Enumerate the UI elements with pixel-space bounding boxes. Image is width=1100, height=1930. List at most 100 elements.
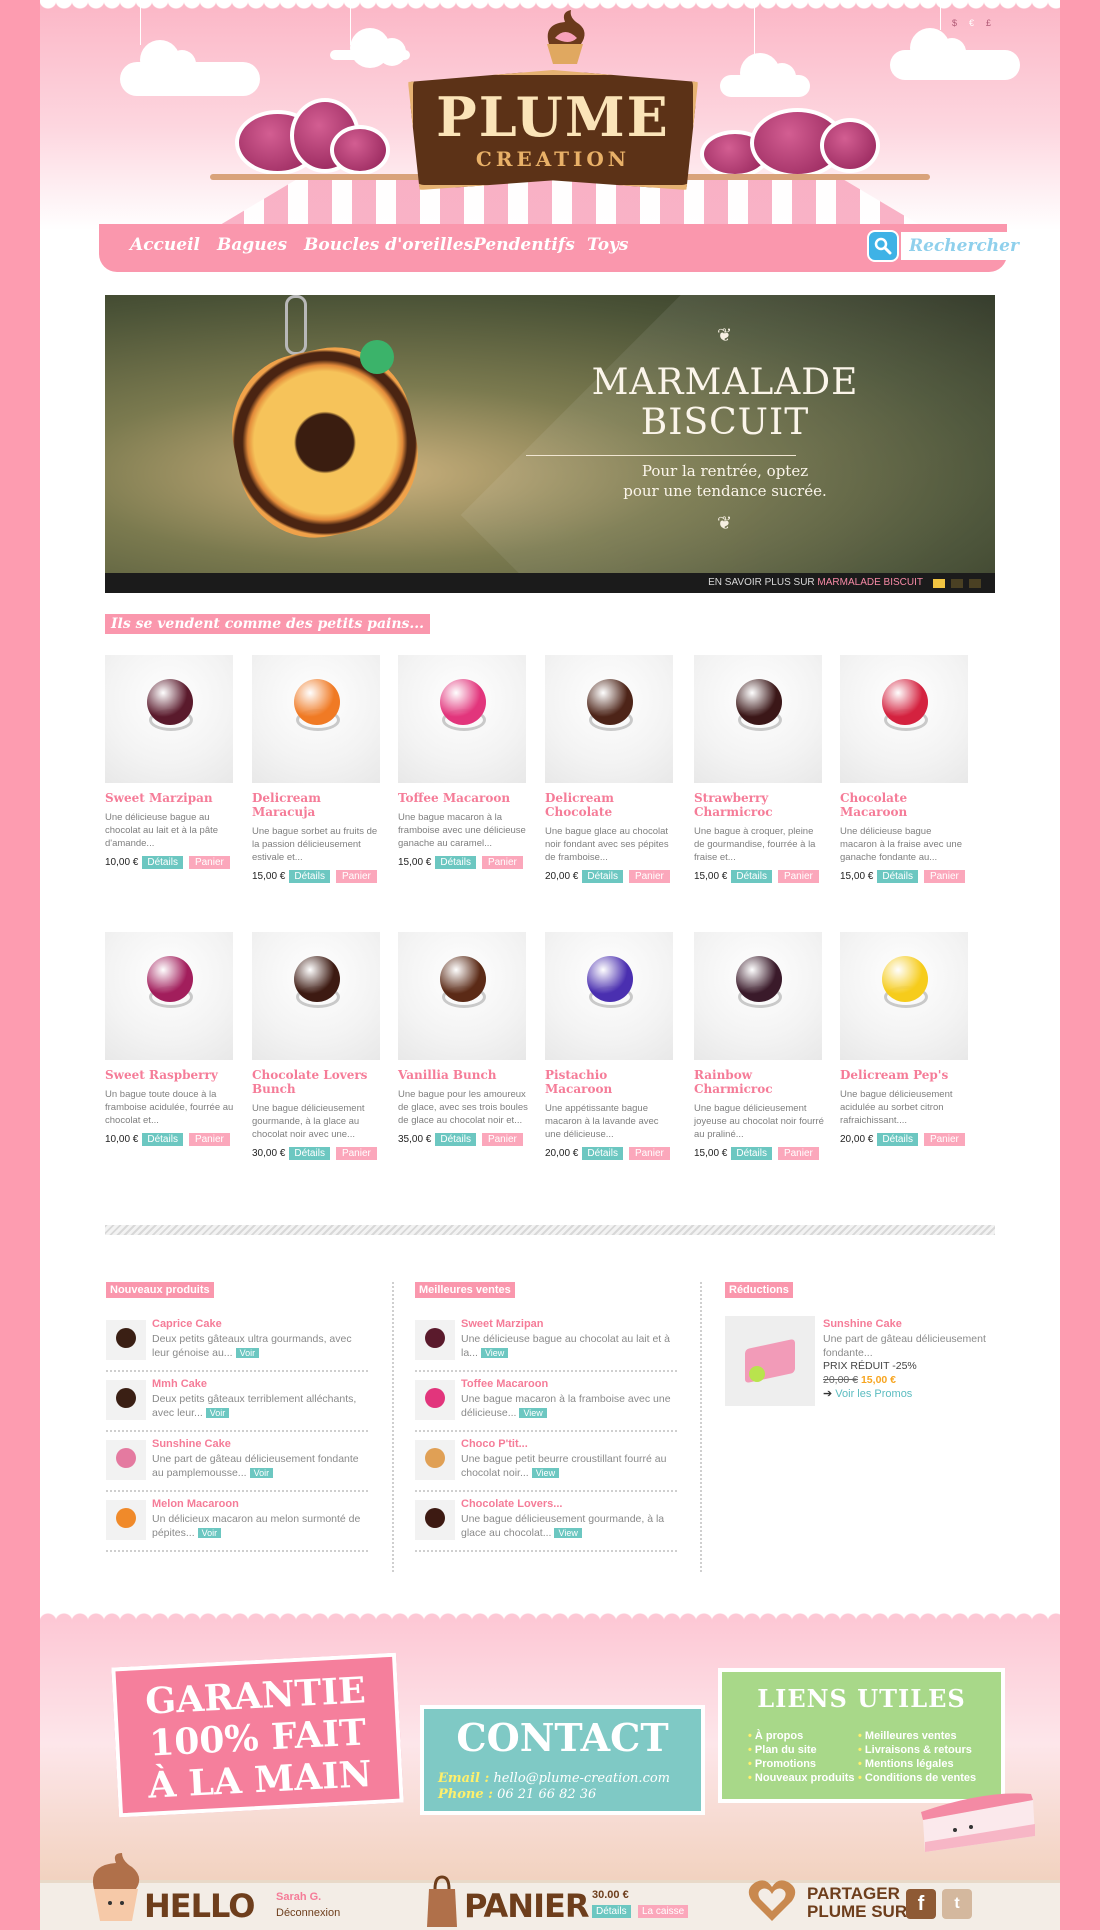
product-name[interactable]: Pistachio Macaroon [545, 1068, 675, 1096]
item-thumbnail[interactable] [106, 1440, 146, 1480]
details-button[interactable]: Détails [435, 855, 476, 869]
add-to-cart-button[interactable]: Panier [188, 1132, 230, 1146]
product-name[interactable]: Chocolate Macaroon [840, 791, 970, 819]
link-meilleures-ventes[interactable]: Meilleures ventes [858, 1730, 957, 1742]
nav-pendentifs[interactable]: Pendentifs [473, 235, 575, 255]
view-button[interactable]: View [554, 1528, 582, 1538]
add-to-cart-button[interactable]: Panier [628, 869, 670, 883]
view-button[interactable]: View [480, 1348, 509, 1358]
item-name[interactable]: Toffee Macaroon [461, 1378, 548, 1390]
search-button[interactable] [867, 230, 899, 262]
product-name[interactable]: Chocolate Lovers Bunch [252, 1068, 382, 1096]
item-thumbnail[interactable] [106, 1500, 146, 1540]
product-image[interactable] [694, 655, 822, 783]
item-thumbnail[interactable] [415, 1440, 455, 1480]
add-to-cart-button[interactable]: Panier [923, 1132, 965, 1146]
item-name[interactable]: Mmh Cake [152, 1378, 207, 1390]
item-name[interactable]: Caprice Cake [152, 1318, 222, 1330]
add-to-cart-button[interactable]: Panier [335, 869, 377, 883]
product-name[interactable]: Toffee Macaroon [398, 791, 528, 805]
add-to-cart-button[interactable]: Panier [777, 869, 819, 883]
link-plan-du-site[interactable]: Plan du site [748, 1744, 817, 1756]
product-image[interactable] [398, 932, 526, 1060]
facebook-icon[interactable]: f [906, 1889, 936, 1919]
item-thumbnail[interactable] [415, 1380, 455, 1420]
hero-more-link[interactable]: EN SAVOIR PLUS SUR MARMALADE BISCUIT [708, 577, 923, 588]
details-button[interactable]: Détails [582, 869, 623, 883]
user-name[interactable]: Sarah G. [276, 1891, 321, 1903]
details-button[interactable]: Détails [142, 855, 183, 869]
add-to-cart-button[interactable]: Panier [188, 855, 230, 869]
details-button[interactable]: Détails [731, 1146, 772, 1160]
currency-dollar[interactable]: $ [952, 18, 957, 28]
hero-slider[interactable]: ❦ MARMALADE BISCUIT Pour la rentrée, opt… [105, 295, 995, 593]
details-button[interactable]: Détails [142, 1132, 183, 1146]
product-name[interactable]: Delicream Pep's [840, 1068, 970, 1082]
currency-pound[interactable]: £ [986, 18, 991, 28]
item-thumbnail[interactable] [415, 1320, 455, 1360]
item-thumbnail[interactable] [106, 1320, 146, 1360]
details-button[interactable]: Détails [435, 1132, 476, 1146]
twitter-icon[interactable]: t [942, 1889, 972, 1919]
product-image[interactable] [840, 932, 968, 1060]
search-input[interactable] [901, 232, 1036, 260]
item-name[interactable]: Sunshine Cake [152, 1438, 231, 1450]
add-to-cart-button[interactable]: Panier [335, 1146, 377, 1160]
product-image[interactable] [252, 932, 380, 1060]
item-name[interactable]: Sweet Marzipan [461, 1318, 544, 1330]
details-button[interactable]: Détails [289, 1146, 330, 1160]
link-nouveaux-produits[interactable]: Nouveaux produits [748, 1772, 855, 1784]
product-image[interactable] [252, 655, 380, 783]
item-thumbnail[interactable] [106, 1380, 146, 1420]
add-to-cart-button[interactable]: Panier [777, 1146, 819, 1160]
details-button[interactable]: Détails [877, 869, 918, 883]
details-button[interactable]: Détails [582, 1146, 623, 1160]
add-to-cart-button[interactable]: Panier [481, 1132, 523, 1146]
link-a-propos[interactable]: À propos [748, 1730, 803, 1742]
view-button[interactable]: Voir [249, 1468, 274, 1478]
add-to-cart-button[interactable]: Panier [628, 1146, 670, 1160]
add-to-cart-button[interactable]: Panier [481, 855, 523, 869]
nav-toys[interactable]: Toys [587, 235, 629, 255]
promo-link[interactable]: ➔ Voir les Promos [823, 1387, 912, 1400]
promo-image[interactable] [725, 1316, 815, 1406]
site-logo[interactable]: PLUME CREATION [408, 70, 698, 190]
view-button[interactable]: View [531, 1468, 560, 1478]
product-image[interactable] [545, 655, 673, 783]
product-image[interactable] [105, 932, 233, 1060]
product-name[interactable]: Rainbow Charmicroc [694, 1068, 824, 1096]
promo-name[interactable]: Sunshine Cake [823, 1318, 902, 1330]
product-name[interactable]: Delicream Chocolate [545, 791, 675, 819]
checkout-button[interactable]: La caisse [638, 1905, 689, 1918]
nav-bagues[interactable]: Bagues [217, 235, 287, 255]
view-button[interactable]: Voir [205, 1408, 230, 1418]
product-image[interactable] [545, 932, 673, 1060]
product-name[interactable]: Sweet Marzipan [105, 791, 235, 805]
nav-accueil[interactable]: Accueil [130, 235, 200, 255]
link-livraisons[interactable]: Livraisons & retours [858, 1744, 972, 1756]
item-name[interactable]: Chocolate Lovers... [461, 1498, 562, 1510]
contact-email[interactable]: hello@plume-creation.com [493, 1771, 670, 1786]
link-conditions[interactable]: Conditions de ventes [858, 1772, 976, 1784]
product-image[interactable] [105, 655, 233, 783]
product-name[interactable]: Sweet Raspberry [105, 1068, 235, 1082]
cart-details-button[interactable]: Détails [592, 1905, 631, 1918]
slide-dot-3[interactable] [969, 579, 981, 588]
view-button[interactable]: View [519, 1408, 547, 1418]
item-name[interactable]: Choco P'tit... [461, 1438, 528, 1450]
product-image[interactable] [840, 655, 968, 783]
currency-euro[interactable]: € [969, 18, 974, 28]
product-name[interactable]: Strawberry Charmicroc [694, 791, 824, 819]
product-name[interactable]: Delicream Maracuja [252, 791, 382, 819]
details-button[interactable]: Détails [731, 869, 772, 883]
nav-boucles-doreilles[interactable]: Boucles d'oreilles [304, 235, 473, 255]
slide-dot-1[interactable] [933, 579, 945, 588]
logout-link[interactable]: Déconnexion [276, 1907, 340, 1919]
link-promotions[interactable]: Promotions [748, 1758, 816, 1770]
item-name[interactable]: Melon Macaroon [152, 1498, 239, 1510]
add-to-cart-button[interactable]: Panier [923, 869, 965, 883]
product-name[interactable]: Vanillia Bunch [398, 1068, 528, 1082]
view-button[interactable]: Voir [235, 1348, 260, 1358]
item-thumbnail[interactable] [415, 1500, 455, 1540]
product-image[interactable] [694, 932, 822, 1060]
